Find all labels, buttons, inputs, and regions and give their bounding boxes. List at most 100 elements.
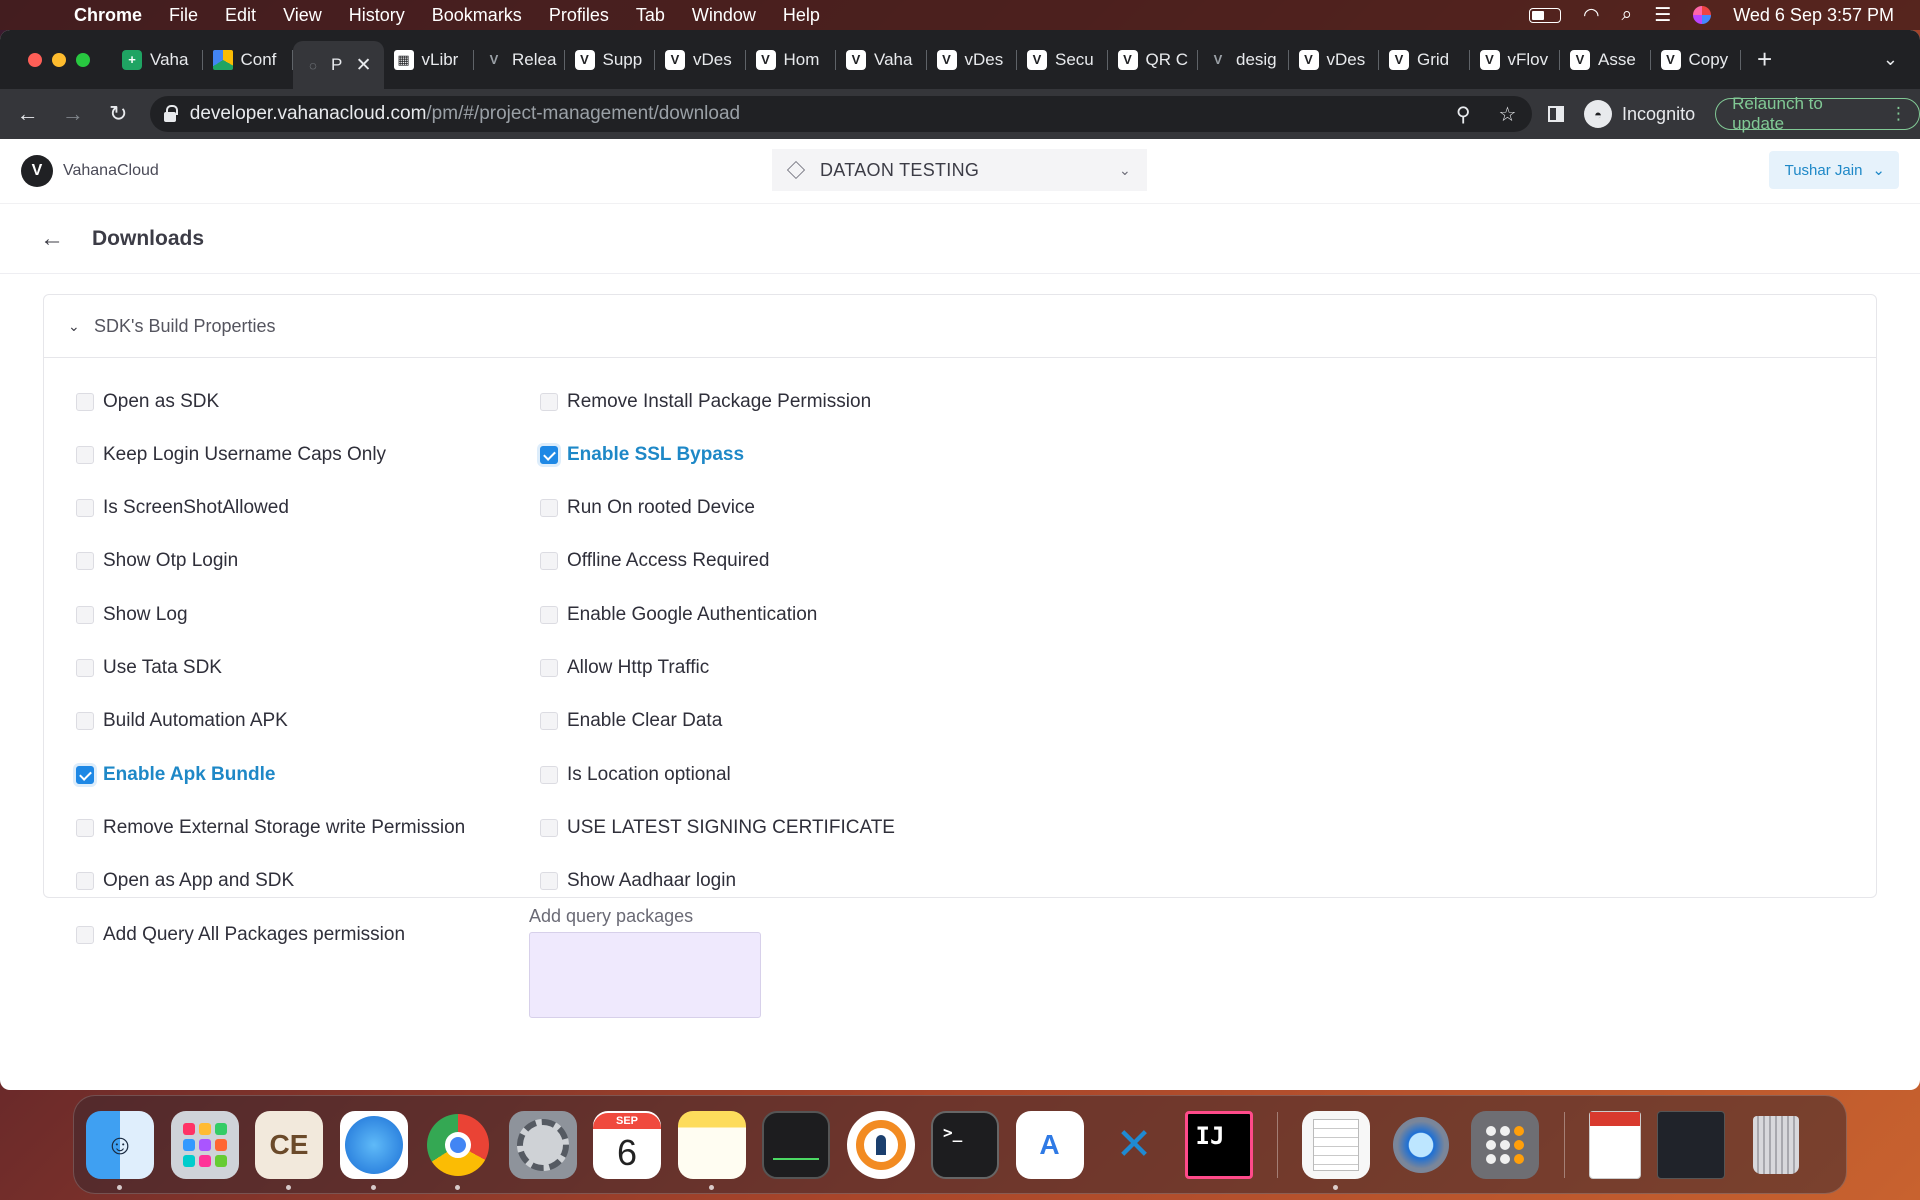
zoom-window-button[interactable]: [76, 52, 90, 67]
option-use-tata-sdk[interactable]: Use Tata SDK: [76, 653, 222, 683]
option-allow-http[interactable]: Allow Http Traffic: [540, 653, 709, 683]
menu-history[interactable]: History: [349, 5, 405, 26]
textedit-icon[interactable]: [1302, 1110, 1370, 1190]
option-keep-login-caps[interactable]: Keep Login Username Caps Only: [76, 440, 386, 470]
document-thumbnail-icon[interactable]: [1588, 1110, 1641, 1179]
option-latest-signing-cert[interactable]: USE LATEST SIGNING CERTIFICATE: [540, 813, 895, 843]
browser-tab[interactable]: VvFlov: [1470, 30, 1561, 89]
close-tab-icon[interactable]: ✕: [356, 54, 372, 77]
project-dropdown[interactable]: DATAON TESTING ⌄: [772, 149, 1147, 191]
browser-tab[interactable]: Conf: [203, 30, 294, 89]
option-location-optional[interactable]: Is Location optional: [540, 760, 731, 790]
address-bar[interactable]: developer.vahanacloud.com/pm/#/project-m…: [149, 96, 1533, 132]
menu-bookmarks[interactable]: Bookmarks: [432, 5, 522, 26]
browser-tab[interactable]: V Vaha: [836, 30, 927, 89]
android-studio-icon[interactable]: A: [1015, 1110, 1084, 1179]
tab-search-chevron-icon[interactable]: ⌄: [1883, 49, 1898, 70]
browser-tab[interactable]: V QR C: [1108, 30, 1199, 89]
spotlight-search-icon[interactable]: ⌕: [1622, 4, 1633, 26]
quicktime-icon[interactable]: [1387, 1111, 1455, 1179]
option-show-otp-login[interactable]: Show Otp Login: [76, 546, 238, 576]
checkbox-checked[interactable]: [540, 446, 558, 464]
option-offline-access[interactable]: Offline Access Required: [540, 546, 769, 576]
browser-tab[interactable]: ▦ vLibr: [384, 30, 475, 89]
activity-monitor-icon[interactable]: [762, 1110, 830, 1179]
browser-tab[interactable]: V Secu: [1017, 30, 1108, 89]
wifi-icon[interactable]: ◠: [1583, 4, 1600, 27]
option-enable-ssl-bypass[interactable]: Enable SSL Bypass: [540, 440, 744, 470]
option-show-aadhaar[interactable]: Show Aadhaar login: [540, 866, 736, 896]
menu-view[interactable]: View: [283, 5, 322, 26]
terminal-window-thumbnail-icon[interactable]: [1657, 1110, 1725, 1179]
option-screenshot-allowed[interactable]: Is ScreenShotAllowed: [76, 493, 289, 523]
siri-icon[interactable]: [1693, 6, 1712, 24]
system-settings-icon[interactable]: [508, 1110, 577, 1179]
option-show-log[interactable]: Show Log: [76, 600, 188, 630]
browser-tab[interactable]: V Asse: [1560, 30, 1651, 89]
checkbox[interactable]: [76, 606, 94, 624]
browser-tab-active[interactable]: ◌ P ✕: [293, 41, 384, 89]
checkbox[interactable]: [76, 446, 94, 464]
checkbox[interactable]: [76, 659, 94, 677]
option-run-on-rooted[interactable]: Run On rooted Device: [540, 493, 755, 523]
back-arrow-icon[interactable]: ←: [40, 225, 64, 253]
battery-icon[interactable]: [1528, 7, 1561, 23]
checkbox-checked[interactable]: [76, 766, 94, 784]
lock-icon[interactable]: [163, 105, 178, 122]
checkbox[interactable]: [76, 393, 94, 411]
control-center-icon[interactable]: ☰: [1654, 4, 1671, 27]
browser-tab[interactable]: V Grid: [1379, 30, 1470, 89]
option-google-auth[interactable]: Enable Google Authentication: [540, 600, 817, 630]
checkbox[interactable]: [540, 872, 558, 890]
option-enable-clear-data[interactable]: Enable Clear Data: [540, 706, 722, 736]
browser-tab[interactable]: V Hom: [746, 30, 837, 89]
menu-tab[interactable]: Tab: [636, 5, 665, 26]
option-build-automation-apk[interactable]: Build Automation APK: [76, 706, 288, 736]
side-panel-icon[interactable]: [1548, 106, 1565, 122]
browser-tab[interactable]: VvDes: [927, 30, 1018, 89]
back-button[interactable]: ←: [16, 101, 39, 127]
more-vertical-icon[interactable]: ⋮: [1890, 104, 1907, 124]
browser-tab[interactable]: VvDes: [655, 30, 746, 89]
calendar-icon[interactable]: SEP 6: [593, 1110, 661, 1179]
checkbox[interactable]: [540, 393, 558, 411]
chrome-icon[interactable]: [424, 1111, 492, 1190]
browser-tab[interactable]: V Relea: [474, 30, 565, 89]
checkbox[interactable]: [540, 659, 558, 677]
new-tab-button[interactable]: +: [1757, 44, 1772, 75]
relaunch-button[interactable]: Relaunch to update ⋮: [1715, 94, 1920, 133]
menu-edit[interactable]: Edit: [225, 5, 256, 26]
checkbox[interactable]: [540, 766, 558, 784]
option-open-as-app-and-sdk[interactable]: Open as App and SDK: [76, 866, 294, 896]
menu-profiles[interactable]: Profiles: [549, 5, 609, 26]
menu-app-name[interactable]: Chrome: [74, 5, 142, 26]
option-remove-external-storage[interactable]: Remove External Storage write Permission: [76, 813, 465, 843]
option-query-all-packages[interactable]: Add Query All Packages permission: [76, 920, 405, 950]
panel-header[interactable]: ⌄ SDK's Build Properties: [44, 295, 1876, 358]
menu-window[interactable]: Window: [692, 5, 756, 26]
option-remove-install-package[interactable]: Remove Install Package Permission: [540, 387, 871, 417]
vscode-icon[interactable]: ✕: [1100, 1111, 1168, 1179]
bookmark-star-icon[interactable]: ☆: [1498, 102, 1516, 127]
calculator-icon[interactable]: [1471, 1110, 1539, 1179]
browser-tab[interactable]: V Supp: [565, 30, 656, 89]
checkbox[interactable]: [76, 499, 94, 517]
browser-tab[interactable]: V Copy: [1651, 30, 1742, 89]
intellij-icon[interactable]: IJ: [1184, 1110, 1253, 1179]
forward-button[interactable]: →: [61, 101, 84, 127]
browser-tab[interactable]: VvDes: [1289, 30, 1380, 89]
checkbox[interactable]: [540, 712, 558, 730]
checkbox[interactable]: [76, 926, 94, 944]
browser-tab[interactable]: Vdesig: [1198, 30, 1289, 89]
minimize-window-button[interactable]: [52, 52, 66, 67]
checkbox[interactable]: [76, 552, 94, 570]
menu-help[interactable]: Help: [783, 5, 820, 26]
safari-icon[interactable]: [339, 1110, 408, 1190]
checkbox[interactable]: [76, 872, 94, 890]
launchpad-icon[interactable]: [170, 1110, 239, 1179]
reload-button[interactable]: ↻: [107, 101, 130, 127]
dbeaver-icon[interactable]: CE: [255, 1110, 323, 1190]
query-packages-input[interactable]: [529, 932, 761, 1018]
checkbox[interactable]: [540, 499, 558, 517]
checkbox[interactable]: [540, 606, 558, 624]
